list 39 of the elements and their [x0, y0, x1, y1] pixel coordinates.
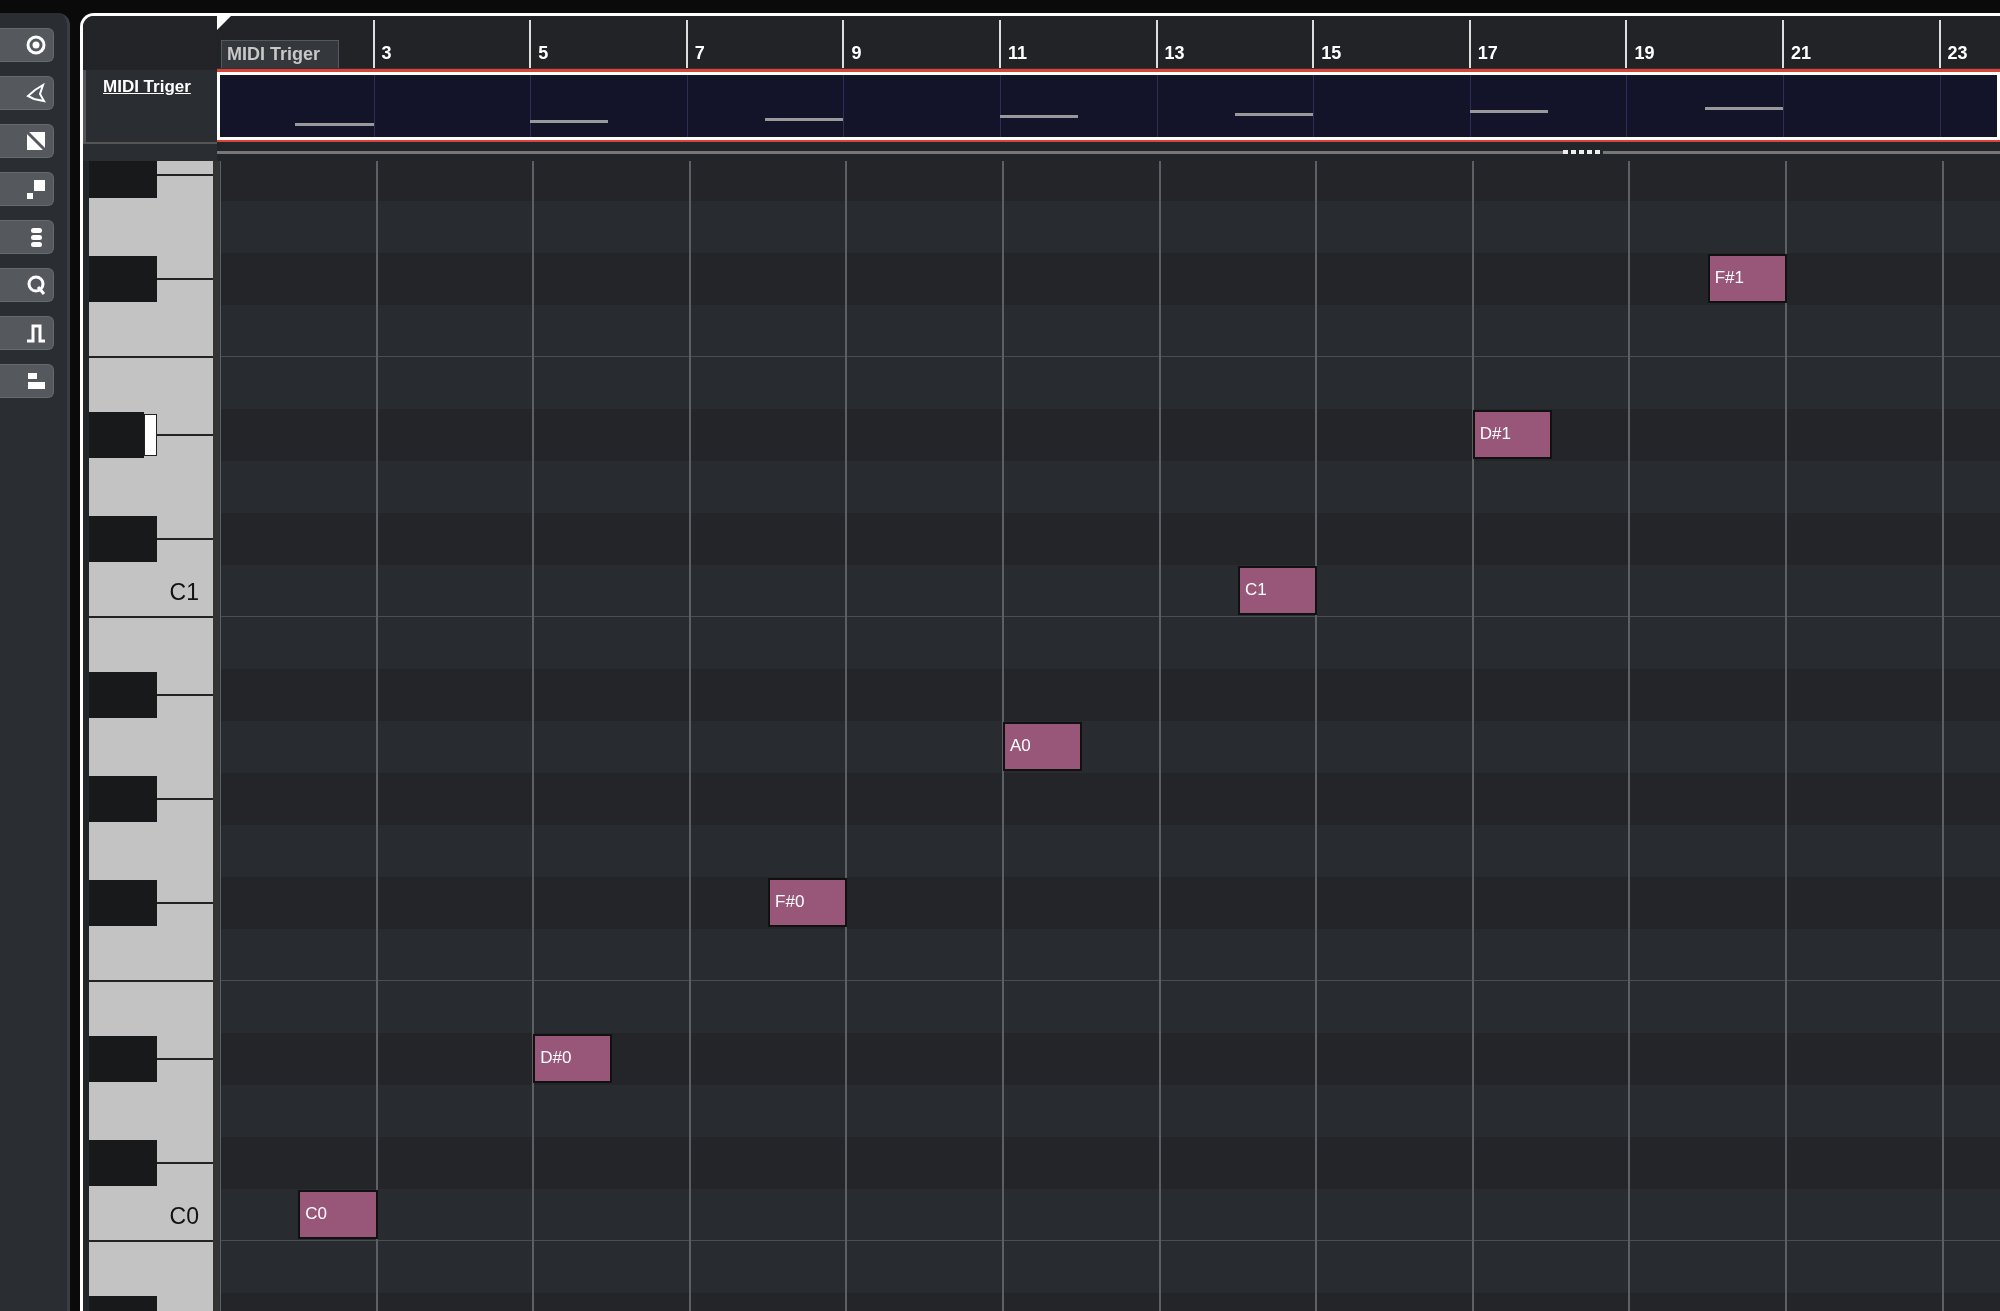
- bar-number: 7: [694, 43, 705, 64]
- quantize-icon: [25, 274, 47, 296]
- part-name-tab[interactable]: MIDI Triger: [221, 40, 339, 68]
- record-icon: [25, 34, 47, 56]
- midi-note[interactable]: A0: [1003, 722, 1083, 771]
- pulse-icon: [25, 322, 47, 344]
- midi-note[interactable]: D#1: [1472, 410, 1553, 459]
- midi-note[interactable]: F#0: [768, 878, 848, 927]
- bar-number: 5: [538, 43, 549, 64]
- toolbar-button[interactable]: [0, 364, 54, 398]
- toolbar-button[interactable]: [0, 124, 54, 158]
- bar-number: 13: [1164, 43, 1185, 64]
- midi-note[interactable]: F#1: [1707, 254, 1787, 303]
- bar-number: 3: [381, 43, 392, 64]
- bar-number: 17: [1477, 43, 1498, 64]
- align-icon: [25, 370, 47, 392]
- toolbar-button[interactable]: [0, 76, 54, 110]
- toolbar-button[interactable]: [0, 172, 54, 206]
- bar-number: 11: [1008, 43, 1028, 64]
- bar-number: 23: [1947, 43, 1968, 64]
- track-title: MIDI Triger: [103, 77, 191, 97]
- toolbar-button[interactable]: [0, 316, 54, 350]
- steps-icon: [25, 178, 47, 200]
- toolbar-button[interactable]: [0, 220, 54, 254]
- bar-number: 21: [1791, 43, 1812, 64]
- toolbar-button[interactable]: [0, 28, 54, 62]
- bar-number: 15: [1321, 43, 1342, 64]
- key-label: C1: [169, 579, 199, 606]
- key-label: C0: [169, 1203, 199, 1230]
- midi-note[interactable]: C1: [1237, 566, 1318, 615]
- diagonal-square-icon: [25, 130, 47, 152]
- key-highlight: [144, 414, 157, 456]
- midi-note[interactable]: D#0: [533, 1034, 613, 1083]
- resize-handle[interactable]: [1563, 149, 1603, 155]
- midi-note[interactable]: C0: [298, 1190, 378, 1239]
- toolbar-button[interactable]: [0, 268, 54, 302]
- note-grid[interactable]: C0 D#0 F#0 A0 C1 D#1 F#1: [217, 161, 2000, 1311]
- bar-number: 9: [851, 43, 862, 64]
- bar-number: 19: [1634, 43, 1655, 64]
